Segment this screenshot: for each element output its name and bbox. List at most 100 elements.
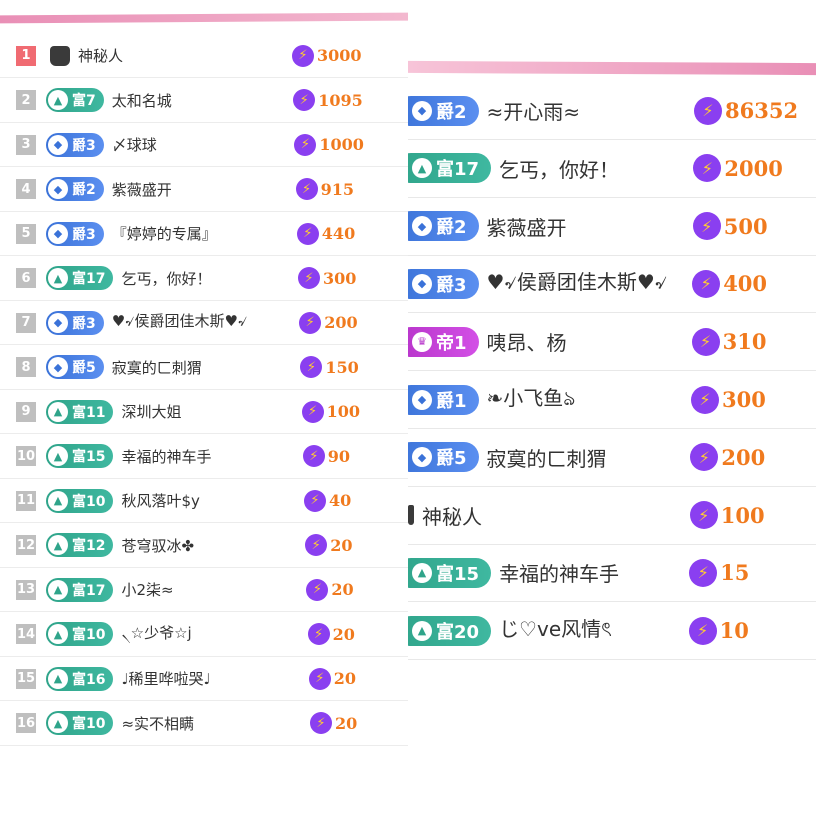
amount-value: 20 [332,624,355,644]
user-name[interactable]: ♥৵侯爵团佳木斯♥৵ [487,266,668,301]
fortune-icon: ▲ [48,490,68,511]
ranking-row[interactable]: ◆ 爵2 ≈开心雨≈ ⚡ 86352 [408,82,816,140]
noble-icon: ◆ [412,100,432,121]
amount-value: 915 [320,179,354,199]
ranking-row[interactable]: ◆ 爵5 寂寞的ㄈ刺猬 ⚡ 200 [408,429,816,487]
fortune-icon: ▲ [48,401,68,422]
user-name[interactable]: ❧小飞鱼ঌ [487,382,576,417]
user-name[interactable]: 紫薇盛开 [487,212,567,241]
ranking-row[interactable]: ◆ 爵3 ♥৵侯爵团佳木斯♥৵ ⚡ 400 [408,255,816,314]
fu-level-badge: ▲ 富10 [46,711,114,735]
gift-amount: ⚡ 1000 [294,133,364,156]
user-name[interactable]: 寂寞的ㄈ刺猬 [487,443,607,472]
rank-number: 14 [16,624,36,644]
rank-number: 15 [16,668,36,689]
amount-value: 310 [722,329,767,355]
ranking-row[interactable]: 11 ▲ 富10 秋风落叶$y ⚡ 40 [0,479,408,523]
ranking-row[interactable]: ◆ 爵1 ❧小飞鱼ঌ ⚡ 300 [408,371,816,429]
user-name[interactable]: 小2柒≈ [121,579,173,600]
user-name[interactable]: ৲☆少爷☆j [121,622,191,647]
ranking-row[interactable]: 神秘人 ⚡ 100 [408,487,816,545]
fortune-icon: ▲ [412,620,432,641]
lightning-coin-icon: ⚡ [693,154,722,183]
ranking-row[interactable]: 6 ▲ 富17 乞丐，你好！ ⚡ 300 [0,257,408,301]
fu-level-badge: ▲ 富16 [46,666,114,691]
user-name[interactable]: 『婷婷的专属』 [112,223,217,244]
user-name[interactable]: ♥৵侯爵团佳木斯♥৵ [112,310,248,335]
user-name[interactable]: じ♡ve风情ৎ [499,613,612,648]
fu-level-badge: ▲ 富15 [46,444,114,468]
amount-value: 300 [323,268,357,288]
ranking-row[interactable]: 13 ▲ 富17 小2柒≈ ⚡ 20 [0,568,408,612]
user-name[interactable]: 紫薇盛开 [112,179,172,200]
amount-value: 90 [327,446,351,466]
user-name[interactable]: 幸福的神车手 [121,446,211,467]
ranking-row[interactable]: ▲ 富17 乞丐，你好！ ⚡ 2000 [408,140,816,198]
lightning-coin-icon: ⚡ [298,267,320,289]
ranking-row[interactable]: 2 ▲ 富7 太和名城 ⚡ 1095 [0,79,408,123]
amount-value: 100 [720,502,765,528]
lightning-coin-icon: ⚡ [308,667,331,690]
lightning-coin-icon: ⚡ [691,385,719,414]
ranking-row[interactable]: 5 ◆ 爵3 『婷婷的专属』 ⚡ 440 [0,212,408,256]
fortune-icon: ▲ [412,562,432,583]
ranking-row[interactable]: 4 ◆ 爵2 紫薇盛开 ⚡ 915 [0,168,408,212]
gift-amount: ⚡ 100 [301,400,360,423]
ranking-row[interactable]: ♛ 帝1 咦昂、杨 ⚡ 310 [408,313,816,372]
badge-label: 爵3 [72,226,96,243]
user-name[interactable]: 〆球球 [112,134,157,155]
ranking-row[interactable]: 1 神秘人 ⚡ 3000 [0,34,408,78]
ranking-row[interactable]: ▲ 富20 じ♡ve风情ৎ ⚡ 10 [408,602,816,661]
user-name[interactable]: 秋风落叶$y [121,490,199,511]
jue-level-badge: ◆ 爵3 [46,221,104,246]
lightning-coin-icon: ⚡ [305,534,328,556]
rank-number: 3 [16,134,36,155]
amount-value: 20 [333,669,357,688]
ranking-row[interactable]: 15 ▲ 富16 ♩稀里哗啦哭♩ ⚡ 20 [0,657,408,701]
user-name[interactable]: 神秘人 [422,501,482,530]
lightning-coin-icon: ⚡ [300,356,323,378]
left-ranking-panel: 1 神秘人 ⚡ 3000 2 ▲ 富7 太和名城 ⚡ 1095 3 ◆ 爵3 〆球球 ⚡ 1000 4 ◆ 爵2 紫薇… [0,0,408,760]
ranking-row[interactable]: 9 ▲ 富11 深圳大姐 ⚡ 100 [0,390,408,434]
ranking-row[interactable]: 10 ▲ 富15 幸福的神车手 ⚡ 90 [0,435,408,479]
rank-number: 8 [16,357,36,377]
user-name[interactable]: ♩稀里哗啦哭♩ [121,668,210,689]
badge-label: 富17 [436,159,480,181]
ranking-row[interactable]: 12 ▲ 富12 苍穹驭冰✤ ⚡ 20 [0,524,408,568]
badge-label: 爵5 [436,448,467,470]
gift-amount: ⚡ 20 [310,712,357,734]
ranking-row[interactable]: ▲ 富15 幸福的神车手 ⚡ 15 [408,544,816,603]
fortune-icon: ▲ [48,668,68,689]
user-name[interactable]: 神秘人 [78,45,123,66]
ranking-row[interactable]: 8 ◆ 爵5 寂寞的ㄈ刺猬 ⚡ 150 [0,346,408,390]
gift-amount: ⚡ 300 [691,385,766,414]
lightning-coin-icon: ⚡ [692,212,721,241]
rank-number: 6 [16,268,36,288]
gift-amount: ⚡ 15 [689,558,749,587]
user-name[interactable]: 寂寞的ㄈ刺猬 [112,357,202,378]
ranking-row[interactable]: ◆ 爵2 紫薇盛开 ⚡ 500 [408,198,816,256]
user-name[interactable]: 深圳大姐 [121,401,181,422]
gift-amount: ⚡ 200 [690,443,765,472]
badge-label: 爵2 [436,217,467,239]
amount-value: 500 [723,213,768,239]
gift-amount: ⚡ 400 [692,269,767,298]
user-name[interactable]: ≈开心雨≈ [487,96,581,125]
user-name[interactable]: 乞丐，你好！ [121,268,211,289]
lightning-coin-icon: ⚡ [301,400,324,423]
user-name[interactable]: 幸福的神车手 [499,558,619,587]
gift-amount: ⚡ 86352 [694,96,798,125]
ranking-row[interactable]: 16 ▲ 富10 ≈实不相瞒 ⚡ 20 [0,702,408,746]
ranking-row[interactable]: 14 ▲ 富10 ৲☆少爷☆j ⚡ 20 [0,613,408,657]
di-level-badge: ♛ 帝1 [408,326,479,357]
user-name[interactable]: 乞丐，你好！ [499,154,619,183]
ranking-row[interactable]: 3 ◆ 爵3 〆球球 ⚡ 1000 [0,123,408,167]
user-name[interactable]: 咦昂、杨 [487,327,567,356]
user-name[interactable]: ≈实不相瞒 [121,713,194,734]
ranking-row[interactable]: 7 ◆ 爵3 ♥৵侯爵团佳木斯♥৵ ⚡ 200 [0,301,408,345]
user-name[interactable]: 太和名城 [112,90,172,111]
user-name[interactable]: 苍穹驭冰✤ [121,535,194,556]
badge-label: 富15 [436,563,480,585]
noble-icon: ◆ [412,447,432,468]
badge-label: 富20 [436,621,480,643]
